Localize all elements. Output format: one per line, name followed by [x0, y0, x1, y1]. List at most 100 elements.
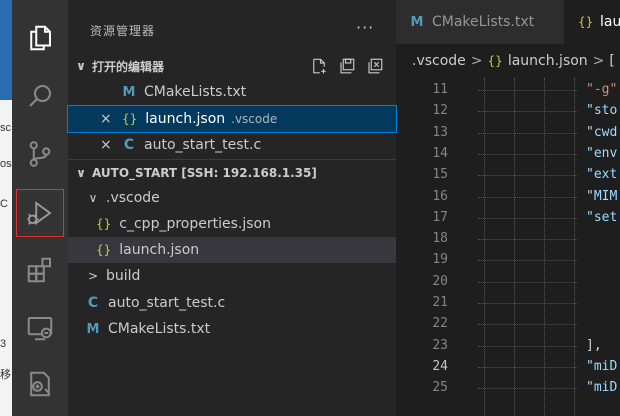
run-debug-icon [27, 201, 52, 225]
json-file-icon: {} [487, 54, 503, 68]
background-window-header [0, 0, 12, 100]
background-text: 3 [0, 338, 7, 350]
background-window-strip: sc os C 3 移 [0, 0, 12, 416]
json-file-icon: {} [122, 112, 138, 126]
open-editor-item[interactable]: × C auto_start_test.c [68, 132, 396, 158]
workspace-header[interactable]: ∨ AUTO_START [SSH: 192.168.1.35] [68, 159, 396, 185]
remote-connection-icon [30, 371, 50, 397]
files-icon [30, 25, 51, 51]
tab-label: lau [600, 14, 620, 30]
remote-explorer-activity[interactable] [16, 304, 64, 352]
activity-bar [12, 0, 68, 416]
open-editor-name: CMakeLists.txt [144, 84, 247, 100]
source-control-activity[interactable] [16, 130, 64, 178]
editor-tabs: M CMakeLists.txt {} lau [396, 0, 620, 44]
cmake-file-icon: M [122, 84, 136, 100]
tree-item-name: launch.json [119, 242, 200, 258]
line-number: 12 [432, 103, 448, 119]
tree-file[interactable]: M CMakeLists.txt [68, 316, 396, 342]
code-token: "MIM [586, 188, 618, 204]
line-number: 15 [432, 167, 448, 183]
open-editor-name: launch.json [145, 111, 226, 127]
tree-item-name: build [106, 268, 141, 284]
code-editor[interactable]: 11 "-g" 12 "sto 13 "cwd 14 "env 15 "ext 16 "MIM 17 "s… [396, 78, 620, 416]
code-token: "sto [586, 103, 618, 119]
save-all-icon[interactable] [338, 57, 356, 75]
line-number: 17 [432, 209, 448, 225]
whitespace-marker [478, 324, 578, 342]
tab-launch-json[interactable]: {} lau [564, 0, 620, 44]
line-number: 23 [432, 337, 448, 353]
background-text: os [0, 158, 12, 170]
tree-file[interactable]: {} c_cpp_properties.json [68, 211, 396, 237]
whitespace-marker [478, 196, 578, 215]
tree-item-name: c_cpp_properties.json [119, 216, 271, 232]
cmake-file-icon: M [410, 14, 424, 30]
json-file-icon: {} [96, 217, 112, 231]
background-text: C [0, 198, 8, 210]
close-all-icon[interactable] [366, 57, 384, 75]
search-icon [29, 85, 51, 107]
extensions-icon [27, 257, 51, 283]
remote-explorer-icon [27, 317, 53, 341]
close-icon[interactable]: × [100, 137, 116, 153]
tab-cmakelists[interactable]: M CMakeLists.txt [396, 0, 564, 44]
workspace-label: AUTO_START [SSH: 192.168.1.35] [92, 165, 317, 180]
chevron-down-icon: ∨ [88, 191, 98, 205]
code-token: "cwd [586, 124, 618, 140]
extensions-activity[interactable] [16, 246, 64, 294]
line-number: 13 [432, 124, 448, 140]
line-number: 16 [432, 188, 448, 204]
breadcrumb-file[interactable]: launch.json [508, 53, 588, 69]
remote-connection-activity[interactable] [16, 360, 64, 408]
breadcrumb-separator: > [592, 53, 605, 69]
c-file-icon: C [87, 295, 99, 311]
tab-label: CMakeLists.txt [432, 14, 535, 30]
search-activity[interactable] [16, 72, 64, 120]
line-number: 24 [432, 358, 448, 374]
whitespace-marker [478, 281, 578, 300]
whitespace-marker [478, 175, 578, 193]
whitespace-marker [478, 388, 578, 406]
run-debug-activity[interactable] [16, 189, 64, 237]
code-token: "-g" [586, 82, 618, 97]
code-token: "ext [586, 167, 618, 183]
line-number: 21 [432, 295, 448, 310]
open-editor-item[interactable]: M CMakeLists.txt [68, 79, 396, 105]
whitespace-marker [478, 217, 578, 236]
whitespace-marker [478, 90, 578, 108]
explorer-sidebar: 资源管理器 ··· ∨ 打开的编辑器 M CMakeLists.txt × {}… [67, 0, 397, 416]
open-editors-header[interactable]: ∨ 打开的编辑器 [68, 53, 396, 79]
line-number: 18 [432, 231, 448, 247]
code-token: "miD [586, 380, 618, 396]
whitespace-marker [478, 132, 578, 151]
explorer-activity[interactable] [16, 14, 64, 62]
whitespace-marker [478, 345, 578, 364]
line-number: 22 [432, 316, 448, 332]
new-file-icon[interactable] [310, 57, 328, 75]
code-token: "miD [586, 358, 618, 374]
tree-file-selected[interactable]: {} launch.json [68, 237, 396, 263]
open-editor-item-active[interactable]: × {} launch.json .vscode [67, 105, 397, 133]
whitespace-marker [478, 153, 578, 172]
c-file-icon: C [123, 137, 135, 153]
breadcrumb-symbol[interactable]: [ [609, 53, 614, 69]
code-token: ], [586, 337, 602, 353]
line-number: 19 [432, 252, 448, 268]
tree-folder-vscode[interactable]: ∨ .vscode [68, 185, 396, 211]
tree-item-name: CMakeLists.txt [108, 321, 211, 337]
tree-file[interactable]: C auto_start_test.c [68, 290, 396, 316]
close-icon[interactable]: × [100, 111, 116, 127]
cmake-file-icon: M [86, 321, 100, 337]
open-editors-label: 打开的编辑器 [92, 59, 165, 74]
whitespace-marker [478, 366, 578, 385]
explorer-title: 资源管理器 [90, 24, 156, 38]
breadcrumb-folder[interactable]: .vscode [412, 53, 466, 69]
breadcrumb-separator: > [470, 53, 483, 69]
line-number: 14 [432, 145, 448, 161]
more-actions-button[interactable]: ··· [356, 18, 374, 37]
open-editor-name: auto_start_test.c [144, 137, 262, 153]
whitespace-marker [478, 111, 578, 129]
background-text: 移 [0, 369, 11, 381]
tree-folder-build[interactable]: > build [68, 263, 396, 289]
